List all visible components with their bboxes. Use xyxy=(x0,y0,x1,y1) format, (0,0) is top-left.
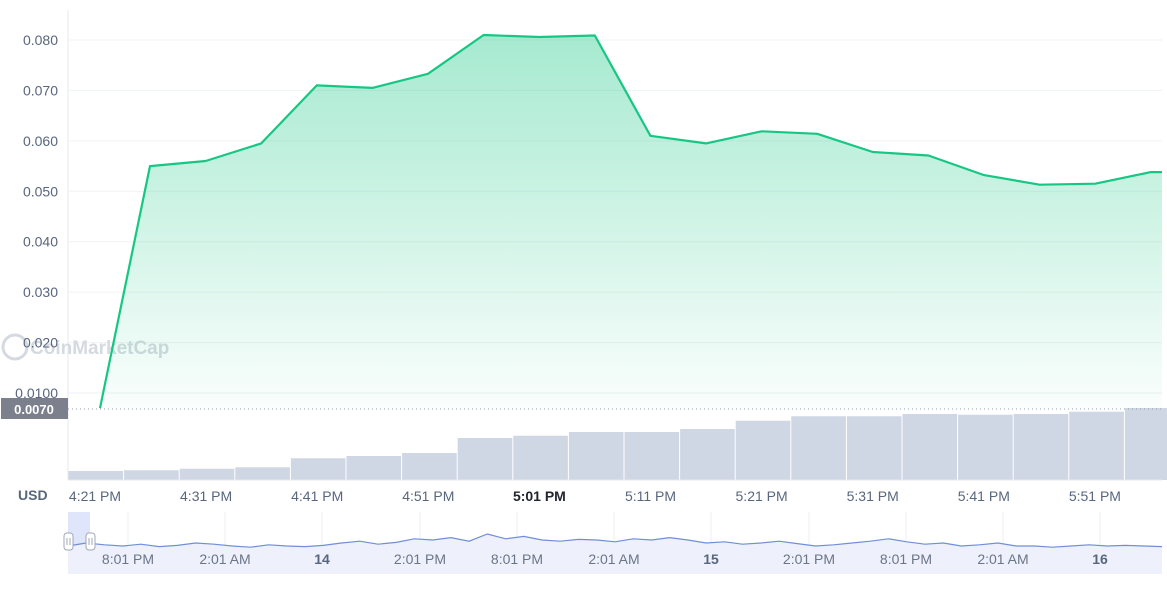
navigator-tick-label: 2:01 AM xyxy=(199,551,250,567)
y-tick-label: 0.040 xyxy=(23,234,58,250)
navigator-tick-label: 14 xyxy=(314,551,330,567)
volume-bar xyxy=(1014,414,1069,480)
y-tick-label: 0.050 xyxy=(23,183,58,199)
x-tick-label: 4:21 PM xyxy=(69,488,121,504)
volume-bar xyxy=(69,471,124,480)
x-tick-label: 4:41 PM xyxy=(291,488,343,504)
volume-bar xyxy=(235,467,290,480)
navigator-tick-label: 2:01 AM xyxy=(588,551,639,567)
navigator-right-handle[interactable] xyxy=(86,533,95,550)
navigator-tick-label: 8:01 PM xyxy=(880,551,932,567)
chart-canvas: CoinMarketCap 0.01000.0200.0300.0400.050… xyxy=(0,0,1167,589)
x-tick-label: 5:01 PM xyxy=(513,488,566,504)
navigator-left-handle[interactable] xyxy=(64,533,73,550)
volume-bar xyxy=(513,436,568,480)
navigator-tick-label: 2:01 PM xyxy=(394,551,446,567)
price-badge-label: 0.0070 xyxy=(14,402,54,417)
navigator-tick-label: 2:01 PM xyxy=(783,551,835,567)
volume-bars xyxy=(68,408,1167,480)
range-navigator[interactable]: 8:01 PM 2:01 AM 14 2:01 PM 8:01 PM 2:01 AM 15 2… xyxy=(64,512,1162,574)
x-tick-label: 4:31 PM xyxy=(180,488,232,504)
volume-bar xyxy=(847,416,902,480)
volume-bar xyxy=(569,432,624,480)
x-tick-label: 5:51 PM xyxy=(1069,488,1121,504)
volume-bar xyxy=(625,432,680,480)
volume-bar xyxy=(180,469,235,480)
volume-bar xyxy=(958,415,1013,480)
volume-bar xyxy=(402,453,457,480)
volume-bar xyxy=(680,429,735,480)
volume-bar xyxy=(458,438,513,480)
x-tick-label: 5:31 PM xyxy=(847,488,899,504)
y-tick-label: 0.060 xyxy=(23,133,58,149)
volume-bar xyxy=(347,456,402,480)
price-area xyxy=(100,35,1162,409)
x-tick-label: 5:11 PM xyxy=(625,488,676,504)
navigator-tick-label: 15 xyxy=(703,551,719,567)
navigator-tick-label: 2:01 AM xyxy=(977,551,1028,567)
x-tick-label: 5:41 PM xyxy=(958,488,1010,504)
y-tick-label: 0.020 xyxy=(23,335,58,351)
y-axis-ticks: 0.01000.0200.0300.0400.0500.0600.0700.08… xyxy=(15,32,58,401)
volume-bar xyxy=(736,421,791,480)
volume-bar xyxy=(1125,408,1167,480)
x-tick-label: 5:21 PM xyxy=(736,488,788,504)
volume-bar xyxy=(903,414,958,480)
volume-bar xyxy=(291,458,346,480)
y-tick-label: 0.070 xyxy=(23,82,58,98)
navigator-tick-label: 8:01 PM xyxy=(102,551,154,567)
volume-bar xyxy=(124,470,179,480)
y-tick-label: 0.080 xyxy=(23,32,58,48)
currency-label: USD xyxy=(18,487,48,503)
y-tick-label: 0.030 xyxy=(23,284,58,300)
volume-bar xyxy=(1069,412,1124,480)
price-area-fill xyxy=(100,35,1162,409)
navigator-tick-label: 8:01 PM xyxy=(491,551,543,567)
x-tick-label: 4:51 PM xyxy=(402,488,454,504)
x-axis-ticks: 4:21 PM 4:31 PM 4:41 PM 4:51 PM 5:01 PM 5:11 … xyxy=(69,488,1121,504)
price-chart: CoinMarketCap 0.01000.0200.0300.0400.050… xyxy=(0,0,1167,589)
navigator-tick-label: 16 xyxy=(1092,551,1108,567)
volume-bar xyxy=(791,416,846,480)
